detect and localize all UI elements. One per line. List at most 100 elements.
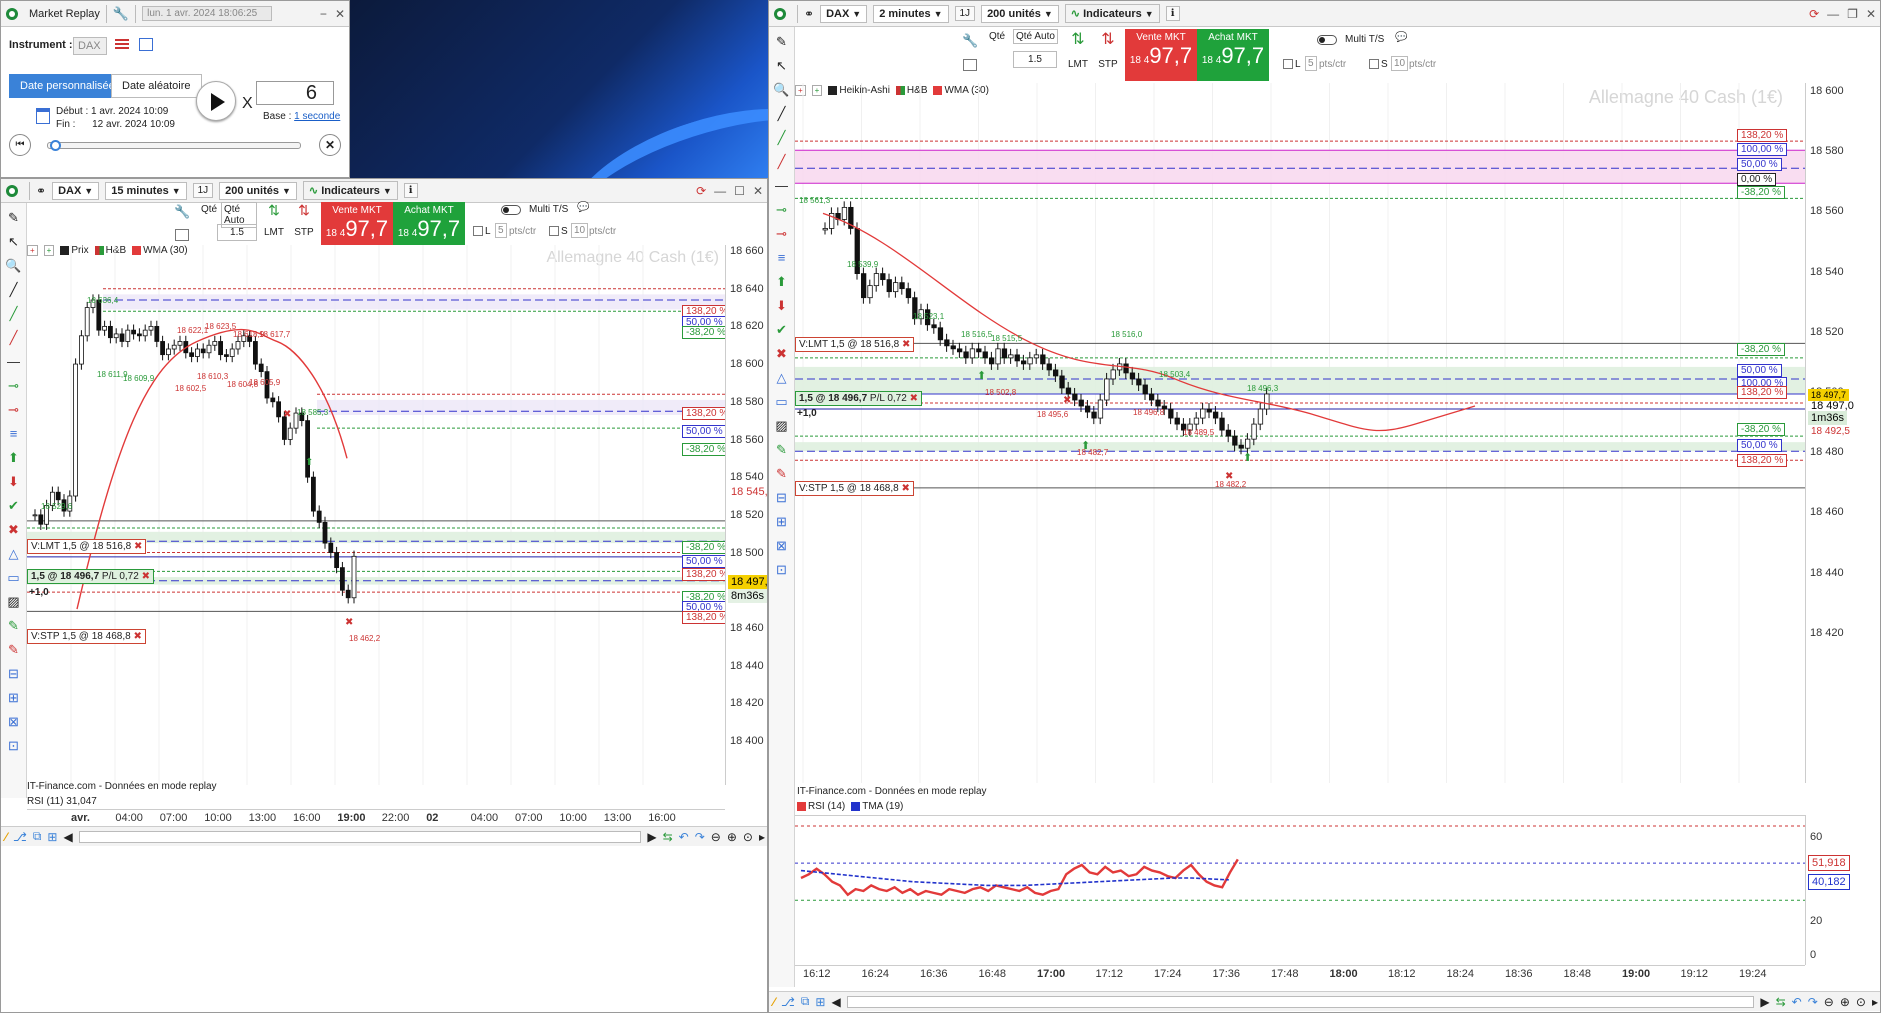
left-price-axis[interactable]: 18 660 18 640 18 620 18 600 18 580 18 560 18 5… bbox=[725, 245, 767, 785]
cross-icon[interactable]: ✖ bbox=[772, 345, 792, 363]
rectangle-icon[interactable]: ▨ bbox=[772, 417, 792, 435]
units-dropdown[interactable]: 200 unités ▼ bbox=[981, 4, 1059, 23]
instrument-field[interactable]: DAX bbox=[73, 37, 107, 55]
wrench-icon[interactable]: 🔧 bbox=[113, 6, 129, 22]
undo-icon[interactable]: ↶ bbox=[679, 830, 689, 844]
position-close-icon[interactable]: ✖ bbox=[910, 393, 918, 404]
multi-ts-toggle[interactable] bbox=[501, 205, 521, 215]
wrench-icon[interactable]: 🔧 bbox=[174, 204, 190, 220]
order-close-icon[interactable]: ✖ bbox=[134, 541, 142, 552]
pen-green-icon[interactable]: ✎ bbox=[4, 617, 24, 635]
bottom-tool-1-icon[interactable]: ⎇ bbox=[781, 995, 795, 1009]
bottom-tool-1-icon[interactable]: ⎇ bbox=[13, 830, 27, 844]
channel-icon[interactable]: ▭ bbox=[772, 393, 792, 411]
stp-icon[interactable]: ⇅ bbox=[1095, 29, 1121, 49]
instrument-dropdown[interactable]: DAX ▼ bbox=[52, 181, 100, 200]
maximize-icon[interactable]: ☐ bbox=[734, 184, 745, 198]
horizontal-line-icon[interactable]: — bbox=[772, 177, 792, 195]
scroll-left-icon[interactable]: ◀ bbox=[63, 830, 72, 844]
calendar-icon[interactable] bbox=[36, 108, 50, 124]
trendline-green-icon[interactable]: ╱ bbox=[4, 305, 24, 323]
calculator-icon[interactable] bbox=[963, 59, 977, 71]
period-button[interactable]: 1J bbox=[954, 6, 976, 21]
order-close-icon[interactable]: ✖ bbox=[901, 483, 909, 494]
sell-stop-order[interactable]: V:STP 1,5 @ 18 468,8 ✖ bbox=[27, 629, 146, 644]
tab-random-date[interactable]: Date aléatoire bbox=[111, 74, 202, 98]
qty-input[interactable]: 1.5 bbox=[217, 224, 257, 241]
calculator-icon[interactable] bbox=[175, 229, 189, 241]
line-icon[interactable]: ╱ bbox=[772, 105, 792, 123]
more-icon[interactable]: ▸ bbox=[1872, 995, 1878, 1009]
sell-limit-order[interactable]: V:LMT 1,5 @ 18 516,8 ✖ bbox=[27, 539, 147, 554]
triangle-icon[interactable]: △ bbox=[772, 369, 792, 387]
bottom-tool-3-icon[interactable]: ⊞ bbox=[815, 995, 825, 1009]
cross-icon[interactable]: ✖ bbox=[4, 521, 24, 539]
slider-handle[interactable] bbox=[50, 140, 61, 151]
info-icon[interactable]: ℹ bbox=[403, 183, 418, 198]
fib-time-icon[interactable]: ⊠ bbox=[772, 537, 792, 555]
right-rsi-chart[interactable] bbox=[795, 815, 1805, 965]
rsi-axis[interactable]: 6040200 51,918 40,182 bbox=[1805, 815, 1880, 965]
wrench-icon[interactable]: 🔧 bbox=[962, 33, 978, 49]
fib-ext-icon[interactable]: ⊞ bbox=[772, 513, 792, 531]
fib-arc-icon[interactable]: ⊡ bbox=[772, 561, 792, 579]
line-icon[interactable]: ╱ bbox=[4, 281, 24, 299]
order-close-icon[interactable]: ✖ bbox=[133, 631, 141, 642]
zoom-icon[interactable]: 🔍 bbox=[4, 257, 24, 275]
arrow-up-icon[interactable]: ⬆ bbox=[772, 273, 792, 291]
horizontal-line-icon[interactable]: — bbox=[4, 353, 24, 371]
cursor-icon[interactable]: ↖ bbox=[4, 233, 24, 251]
more-icon[interactable]: ▸ bbox=[759, 830, 765, 844]
maximize-icon[interactable]: ❐ bbox=[1847, 7, 1858, 21]
period-button[interactable]: 1J bbox=[192, 183, 214, 198]
right-horizontal-scrollbar[interactable] bbox=[846, 995, 1755, 1008]
lmt-icon[interactable]: ⇅ bbox=[261, 202, 287, 219]
bottom-tool-2-icon[interactable]: ⧉ bbox=[33, 829, 42, 844]
minimize-icon[interactable]: — bbox=[714, 184, 726, 198]
qty-input[interactable]: 1.5 bbox=[1013, 51, 1057, 68]
pen-red-icon[interactable]: ✎ bbox=[4, 641, 24, 659]
pen-red-icon[interactable]: ✎ bbox=[772, 465, 792, 483]
buy-market-button[interactable]: Achat MKT 18 497,7 bbox=[1197, 29, 1269, 81]
position-close-icon[interactable]: ✖ bbox=[142, 571, 150, 582]
refresh-icon[interactable]: ⟳ bbox=[696, 184, 706, 198]
order-close-icon[interactable]: ✖ bbox=[902, 339, 910, 350]
base-link[interactable]: 1 seconde bbox=[294, 111, 340, 122]
chat-icon[interactable]: 💬 bbox=[1395, 32, 1407, 43]
right-price-axis[interactable]: 18 60018 58018 56018 54018 52018 50018 4… bbox=[1805, 83, 1880, 783]
bottom-tool-3-icon[interactable]: ⊞ bbox=[47, 830, 57, 844]
triangle-icon[interactable]: △ bbox=[4, 545, 24, 563]
s-checkbox[interactable] bbox=[1369, 59, 1379, 69]
right-time-axis[interactable]: 16:12 16:24 16:36 16:48 17:00 17:12 17:24 17:36… bbox=[795, 965, 1805, 983]
check-icon[interactable]: ✔ bbox=[4, 497, 24, 515]
minimize-icon[interactable]: — bbox=[1827, 7, 1839, 21]
check-icon[interactable]: ✔ bbox=[772, 321, 792, 339]
pen-green-icon[interactable]: ✎ bbox=[772, 441, 792, 459]
zoom-in-icon[interactable]: ⊕ bbox=[727, 830, 737, 844]
fib-icon[interactable]: ≡ bbox=[4, 425, 24, 443]
legend-rsi[interactable]: RSI (14) bbox=[797, 801, 845, 812]
l-checkbox[interactable] bbox=[473, 226, 483, 236]
sell-market-button[interactable]: Vente MKT 18 497,7 bbox=[321, 202, 393, 248]
lmt-icon[interactable]: ⇅ bbox=[1065, 29, 1091, 49]
close-icon[interactable]: ✕ bbox=[753, 184, 763, 198]
sync-icon[interactable]: ⇆ bbox=[663, 830, 673, 844]
fib-fan-icon[interactable]: ⊟ bbox=[772, 489, 792, 507]
s-input[interactable]: 10 bbox=[1391, 56, 1409, 71]
zoom-icon[interactable]: 🔍 bbox=[772, 81, 792, 99]
fib-fan-icon[interactable]: ⊟ bbox=[4, 665, 24, 683]
instrument-dropdown[interactable]: DAX ▼ bbox=[820, 4, 868, 23]
rewind-button[interactable]: ⏮ bbox=[9, 134, 31, 156]
multi-ts-toggle[interactable] bbox=[1317, 35, 1337, 45]
play-button[interactable] bbox=[196, 81, 236, 121]
zoom-fit-icon[interactable]: ⊙ bbox=[743, 830, 753, 844]
s-input[interactable]: 10 bbox=[571, 223, 589, 238]
l-input[interactable]: 5 bbox=[495, 223, 507, 238]
pencil-icon[interactable]: ✎ bbox=[772, 33, 792, 51]
zoom-fit-icon[interactable]: ⊙ bbox=[1856, 995, 1866, 1009]
close-icon[interactable]: ✕ bbox=[1866, 7, 1876, 21]
chat-icon[interactable]: 💬 bbox=[577, 202, 589, 213]
progress-slider[interactable] bbox=[47, 140, 301, 151]
cursor-icon[interactable]: ↖ bbox=[772, 57, 792, 75]
trendline-red-icon[interactable]: ╱ bbox=[772, 153, 792, 171]
